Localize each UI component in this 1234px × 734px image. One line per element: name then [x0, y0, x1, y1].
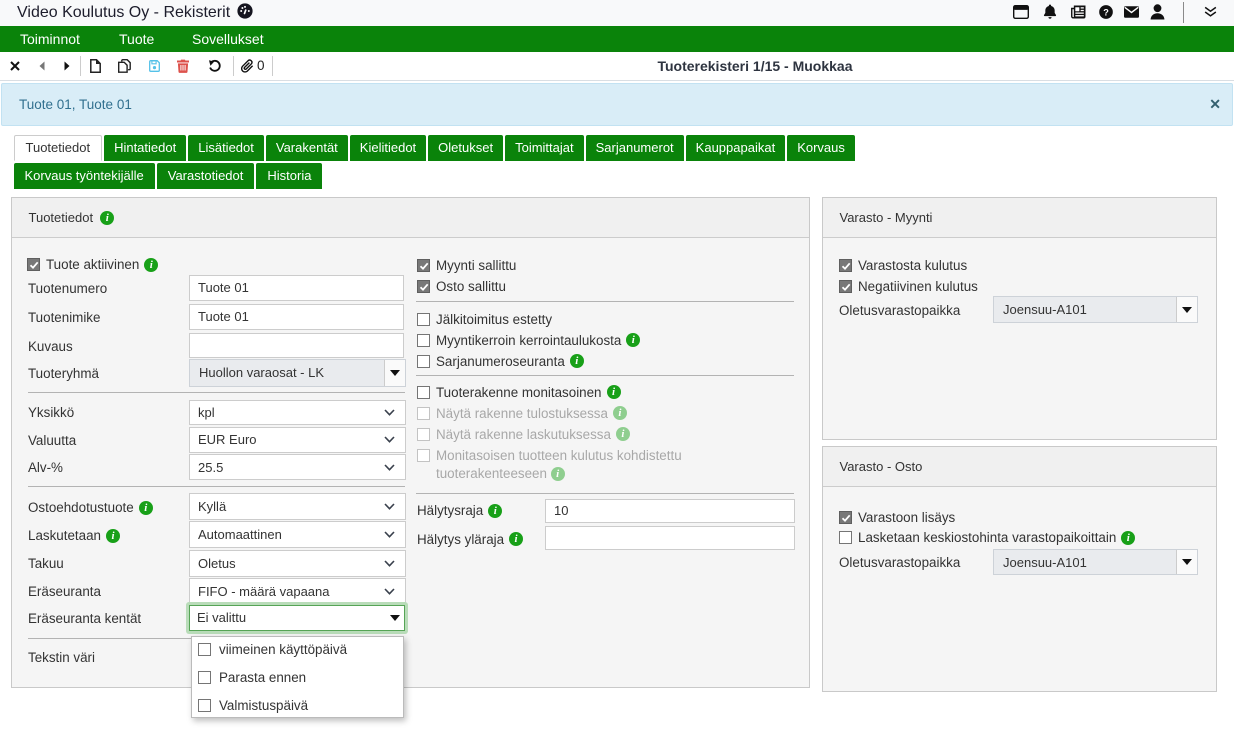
svg-text:?: ? [1103, 7, 1109, 17]
